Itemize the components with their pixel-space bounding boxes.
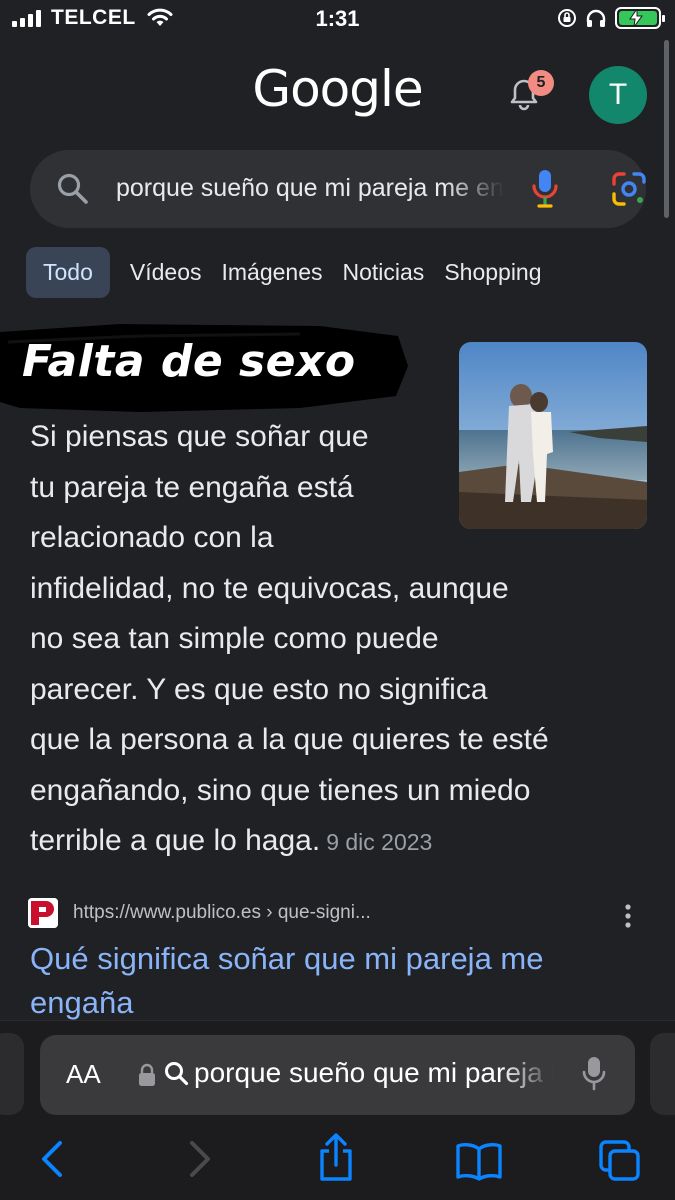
google-lens-icon[interactable] — [610, 170, 648, 208]
snippet-line: engañando, sino que tienes un miedo — [30, 773, 531, 807]
google-header: Google 5 T — [0, 40, 675, 150]
result-title-line[interactable]: Qué significa soñar que mi pareja me — [30, 937, 650, 981]
browser-toolbar: AA porque sueño que mi pareja me engaña — [0, 1020, 675, 1200]
snippet-date: 9 dic 2023 — [326, 829, 433, 855]
featured-snippet: Si piensas que soñar que tu pareja te en… — [30, 412, 656, 868]
share-icon[interactable] — [316, 1133, 356, 1183]
address-search-icon — [165, 1062, 189, 1086]
tabs-icon[interactable] — [598, 1139, 642, 1183]
tab-shopping[interactable]: Shopping — [444, 247, 541, 298]
snippet-line: que la persona a la que quieres te esté — [30, 723, 549, 756]
address-bar[interactable]: AA porque sueño que mi pareja me engaña — [40, 1035, 635, 1115]
search-input[interactable]: porque sueño que mi pareja me engaña — [116, 174, 504, 203]
snippet-line: no sea tan simple como puede — [30, 622, 439, 655]
publico-favicon — [28, 898, 58, 928]
next-tab-preview[interactable] — [650, 1033, 675, 1115]
snippet-line: terrible a que lo haga. — [30, 824, 321, 857]
dictation-mic-icon[interactable] — [581, 1055, 607, 1093]
back-arrow-icon[interactable] — [38, 1139, 68, 1179]
result-source[interactable]: https://www.publico.es › que-signi... — [28, 898, 648, 928]
tab-todo[interactable]: Todo — [26, 246, 110, 298]
search-icon — [57, 173, 88, 204]
result-url[interactable]: https://www.publico.es › que-signi... — [73, 902, 371, 924]
snippet-line: parecer. Y es que esto no significa — [30, 672, 488, 706]
address-query[interactable]: porque sueño que mi pareja me engaña — [194, 1057, 554, 1089]
snippet-line: infidelidad, no te equivocas, aunque — [30, 571, 509, 605]
orientation-lock-icon — [558, 9, 576, 27]
account-avatar[interactable]: T — [589, 66, 647, 124]
google-logo[interactable]: Google — [0, 60, 675, 118]
snippet-line: Si piensas que soñar que — [30, 420, 369, 453]
battery-icon — [615, 7, 665, 29]
lock-icon — [139, 1063, 155, 1086]
status-bar: TELCEL 1:31 — [0, 0, 675, 40]
notifications-badge: 5 — [528, 70, 554, 96]
tab-news[interactable]: Noticias — [343, 247, 425, 298]
tab-videos[interactable]: Vídeos — [130, 247, 202, 298]
overlay-caption-text: Falta de sexo — [22, 336, 356, 387]
snippet-line: tu pareja te engaña está — [30, 470, 354, 504]
result-title-link[interactable]: Qué significa soñar que mi pareja me eng… — [30, 937, 650, 1025]
search-box[interactable]: porque sueño que mi pareja me engaña — [30, 150, 646, 228]
search-tabs: Todo Vídeos Imágenes Noticias Shopping — [26, 246, 666, 298]
text-size-label: AA — [66, 1059, 101, 1089]
snippet-last-line: terrible a que lo haga. 9 dic 2023 — [30, 816, 656, 868]
forward-arrow-icon[interactable] — [184, 1139, 214, 1179]
text-size-button[interactable]: AA — [66, 1059, 101, 1090]
bookmarks-icon[interactable] — [455, 1141, 503, 1181]
result-title-line[interactable]: engaña — [30, 981, 650, 1025]
tab-images[interactable]: Imágenes — [221, 247, 322, 298]
overlay-caption: Falta de sexo — [0, 322, 410, 414]
snippet-line: relacionado con la — [30, 521, 274, 554]
more-options-icon[interactable] — [624, 904, 632, 928]
previous-tab-preview[interactable] — [0, 1033, 24, 1115]
voice-search-icon[interactable] — [530, 168, 560, 210]
headphones-icon — [586, 9, 606, 27]
